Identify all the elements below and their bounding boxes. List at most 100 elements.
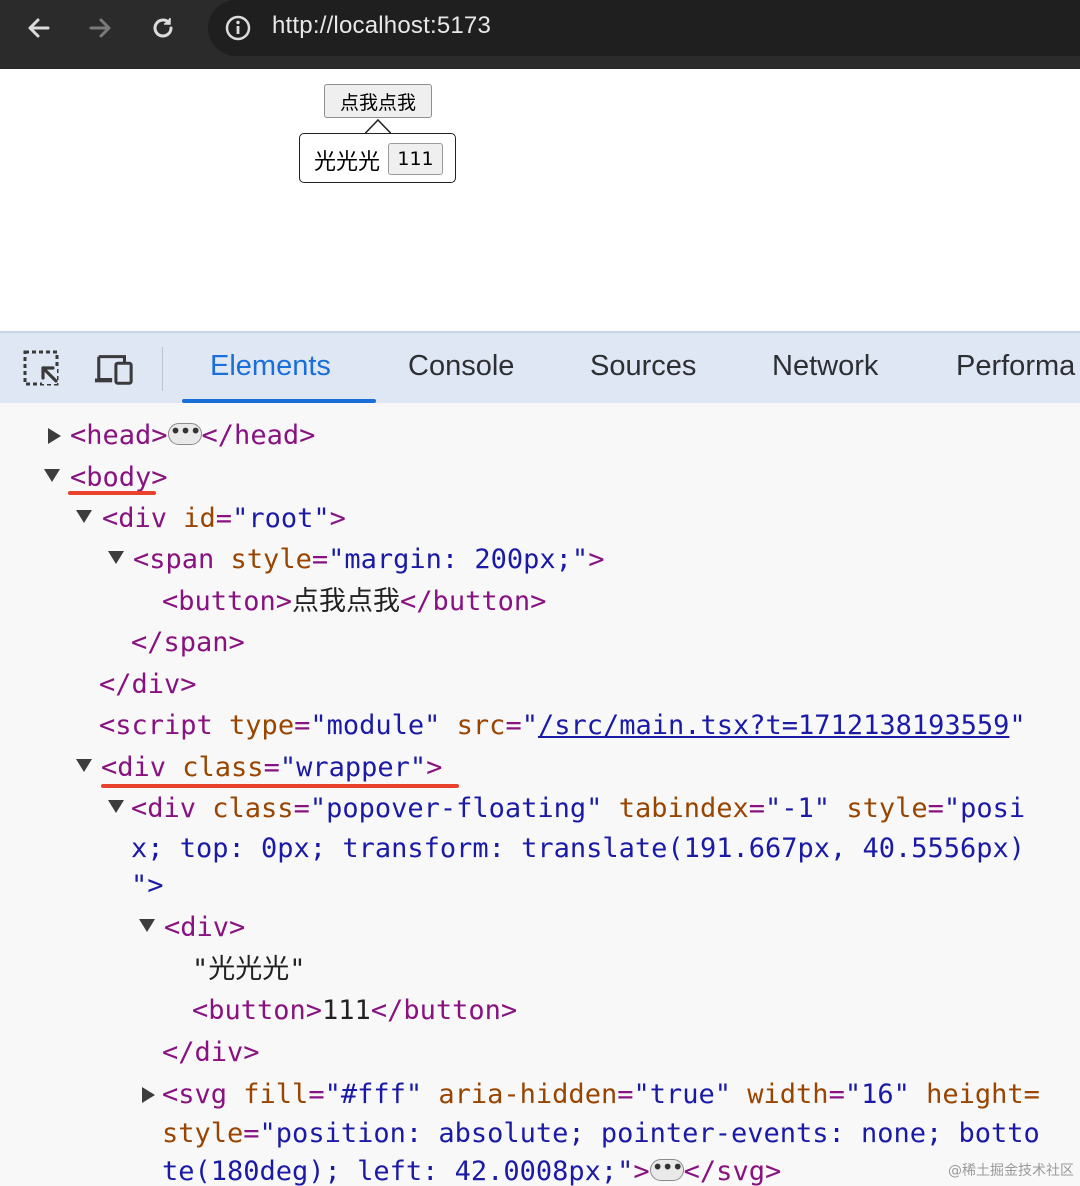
tag-end: > [633, 1156, 650, 1186]
tree-row-div-wrapper[interactable]: <div class="wrapper"> [101, 752, 442, 784]
text-node: 点我点我 [292, 586, 401, 617]
attr-name: id [183, 503, 216, 534]
svg-close-tag: </svg> [683, 1156, 782, 1186]
tag-end: > [329, 503, 346, 534]
tree-row-span[interactable]: <span style="margin: 200px;"> [133, 544, 604, 576]
head-open-tag: <head> [70, 420, 168, 451]
collapse-popover-toggle[interactable] [108, 800, 124, 813]
tree-row-inner-div-close[interactable]: </div> [162, 1037, 260, 1069]
attr-name: style [846, 793, 928, 824]
attr-value: "root" [232, 503, 330, 534]
attr-name: width [747, 1079, 829, 1110]
equals: = [308, 1079, 325, 1110]
tab-network[interactable]: Network [772, 350, 878, 383]
equals: = [828, 1079, 845, 1110]
back-button[interactable] [24, 13, 54, 43]
tab-sources[interactable]: Sources [590, 350, 696, 383]
tree-row-div-close[interactable]: </div> [99, 669, 197, 701]
red-underline-wrapper [101, 784, 459, 788]
inspect-element-icon[interactable] [22, 349, 62, 389]
button-open-tag: <button> [162, 586, 293, 617]
popover-button[interactable]: 111 [388, 143, 443, 175]
expand-svg-toggle[interactable] [142, 1087, 155, 1103]
tab-console[interactable]: Console [408, 350, 514, 383]
attr-name: class [182, 752, 264, 783]
script-open-tag: <script [99, 710, 230, 741]
attr-value: "true" [633, 1079, 732, 1110]
tag-end: > [426, 752, 443, 783]
forward-button[interactable] [85, 13, 115, 43]
arrow-right-icon [89, 18, 111, 38]
popover-arrow [365, 118, 391, 134]
tree-row-div-root[interactable]: <div id="root"> [102, 503, 346, 535]
toolbar-separator [162, 347, 163, 391]
attr-value: "-1" [765, 793, 831, 824]
attr-name: style [230, 544, 312, 575]
attr-value: "position: absolute; pointer-events: non… [259, 1118, 1040, 1149]
collapsed-ellipsis[interactable]: ••• [167, 421, 202, 445]
equals: = [294, 710, 311, 741]
svg-open-tag: <svg [162, 1079, 244, 1110]
attr-value: "posi [943, 793, 1026, 824]
tree-row-script[interactable]: <script type="module" src="/src/main.tsx… [99, 710, 1026, 742]
collapse-inner-div-toggle[interactable] [139, 919, 155, 932]
tab-elements[interactable]: Elements [210, 350, 331, 383]
tree-row-head[interactable]: <head>•••</head> [70, 420, 315, 452]
tab-performance[interactable]: Performa [956, 350, 1075, 383]
collapse-span-toggle[interactable] [108, 551, 124, 564]
equals: = [215, 503, 233, 534]
tag-end: > [151, 462, 168, 493]
svg-style-line: style="position: absolute; pointer-event… [162, 1118, 1040, 1150]
attr-name: class [212, 793, 294, 824]
equals: = [617, 1079, 634, 1110]
tree-row-inner-div[interactable]: <div> [164, 912, 245, 944]
attr-value: te(180deg); left: 42.0008px;" [162, 1156, 634, 1186]
expand-head-toggle[interactable] [48, 428, 61, 444]
red-underline-body [68, 491, 156, 495]
script-src-link[interactable]: /src/main.tsx?t=1712138193559 [538, 710, 1009, 741]
attr-name: fill [243, 1079, 309, 1110]
equals: = [311, 544, 329, 575]
info-icon[interactable] [224, 14, 252, 42]
tree-row-span-close[interactable]: </span> [131, 627, 245, 659]
arrow-left-icon [28, 18, 50, 38]
tree-row-svg[interactable]: <svg fill="#fff" aria-hidden="true" widt… [162, 1079, 1040, 1111]
style-value-end: "> [131, 870, 164, 901]
collapse-body-toggle[interactable] [44, 469, 60, 482]
tree-row-text-node[interactable]: "光光光" [192, 954, 306, 986]
attr-value: "wrapper" [279, 752, 427, 783]
device-toggle-icon[interactable] [94, 349, 134, 389]
text-node: 111 [322, 995, 371, 1026]
equals: = [748, 793, 766, 824]
button-open-tag: <button> [192, 995, 323, 1026]
button-close-tag: </button> [400, 586, 547, 617]
style-value-continuation: x; top: 0px; transform: translate(191.66… [131, 833, 1026, 864]
popover-text: 光光光 [314, 150, 381, 175]
collapsed-ellipsis[interactable]: ••• [649, 1157, 684, 1181]
attr-name: aria-hidden [438, 1079, 618, 1110]
equals: = [243, 1118, 260, 1149]
head-close-tag: </head> [201, 420, 316, 451]
div-open-tag: <div> [164, 912, 246, 943]
click-me-button[interactable]: 点我点我 [324, 84, 432, 118]
attr-value: "#fff" [324, 1079, 423, 1110]
attr-value: "popover-floating" [309, 793, 603, 824]
tree-row-button[interactable]: <button>点我点我</button> [162, 586, 546, 618]
tree-row-popover-div[interactable]: <div class="popover-floating" tabindex="… [131, 793, 1025, 825]
collapse-wrapper-toggle[interactable] [76, 759, 92, 772]
tag-end: > [588, 544, 605, 575]
div-open-tag: <div [101, 752, 183, 783]
equals: = [505, 710, 522, 741]
url-text[interactable]: http://localhost:5173 [272, 12, 491, 40]
span-close-tag: </span> [131, 627, 245, 658]
tree-row-body[interactable]: <body> [70, 462, 168, 494]
equals: = [927, 793, 944, 824]
collapse-root-toggle[interactable] [76, 510, 92, 523]
body-open-tag: <body [70, 462, 152, 493]
reload-button[interactable] [148, 13, 178, 43]
span-open-tag: <span [133, 544, 231, 575]
div-open-tag: <div [102, 503, 184, 534]
tree-row-button-111[interactable]: <button>111</button> [192, 995, 517, 1027]
div-close-tag: </div> [162, 1037, 260, 1068]
attr-value: "margin: 200px;" [328, 544, 589, 575]
